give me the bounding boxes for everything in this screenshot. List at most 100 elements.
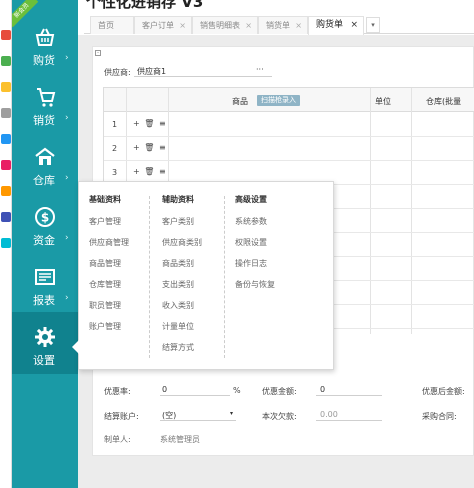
menu-item-operation-log[interactable]: 操作日志 bbox=[235, 258, 275, 279]
row-number: 3 bbox=[112, 168, 118, 177]
menu-column-basic: 基础资料 客户管理 供应商管理 商品管理 仓库管理 职员管理 账户管理 bbox=[89, 194, 129, 342]
menu-item-warehouses[interactable]: 仓库管理 bbox=[89, 279, 129, 300]
warehouse-icon bbox=[35, 147, 55, 165]
weibo-icon[interactable] bbox=[1, 30, 11, 40]
sidebar-item-label: 报表 bbox=[33, 294, 55, 307]
sidebar-item-label: 销货 bbox=[33, 114, 55, 127]
sidebar-item-label: 仓库 bbox=[33, 174, 55, 187]
game-icon[interactable] bbox=[1, 186, 11, 196]
close-icon[interactable]: × bbox=[295, 17, 302, 34]
tab-label: 客户订单 bbox=[142, 21, 174, 30]
discount-amount-value: 0 bbox=[320, 385, 326, 394]
tab-purchase-order[interactable]: 购货单 × bbox=[308, 16, 364, 35]
percent-sign: % bbox=[233, 386, 241, 395]
column-header-unit: 单位 bbox=[375, 97, 391, 106]
menu-item-products[interactable]: 商品管理 bbox=[89, 258, 129, 279]
menu-heading-basic: 基础资料 bbox=[89, 195, 121, 204]
sidebar-item-label: 购货 bbox=[33, 54, 55, 67]
column-header-warehouse: 仓库(批量 bbox=[426, 97, 462, 106]
menu-item-suppliers[interactable]: 供应商管理 bbox=[89, 237, 129, 258]
tab-sales-order[interactable]: 销货单 × bbox=[258, 16, 308, 34]
tab-bar: 首页 客户订单 × 销售明细表 × 销货单 × 购货单 × ▾ bbox=[84, 14, 474, 35]
row-actions[interactable]: + 🗑 ≡ bbox=[133, 167, 167, 176]
menu-item-backup-restore[interactable]: 备份与恢复 bbox=[235, 279, 275, 300]
menu-item-permissions[interactable]: 权限设置 bbox=[235, 237, 275, 258]
tab-label: 销售明细表 bbox=[200, 21, 240, 30]
menu-column-auxiliary: 辅助资料 客户类别 供应商类别 商品类别 支出类别 收入类别 计量单位 结算方式 bbox=[162, 194, 202, 363]
sidebar-item-sales[interactable]: 销货 › bbox=[12, 78, 78, 138]
menu-item-product-categories[interactable]: 商品类别 bbox=[162, 258, 202, 279]
app-icon[interactable] bbox=[1, 82, 11, 92]
tab-home[interactable]: 首页 bbox=[90, 16, 134, 34]
close-icon[interactable]: × bbox=[179, 17, 186, 34]
purchase-contract-label: 采购合同: bbox=[422, 412, 457, 421]
grid-divider bbox=[370, 88, 371, 334]
sidebar-item-label: 设置 bbox=[33, 354, 55, 367]
row-number: 1 bbox=[112, 120, 118, 129]
menu-item-settlement-methods[interactable]: 结算方式 bbox=[162, 342, 202, 363]
sidebar-item-funds[interactable]: $ 资金 › bbox=[12, 198, 78, 258]
close-icon[interactable]: × bbox=[350, 17, 358, 34]
game-icon[interactable] bbox=[1, 160, 11, 170]
chevron-right-icon: › bbox=[65, 293, 69, 303]
sidebar-item-reports[interactable]: 报表 › bbox=[12, 258, 78, 318]
collapse-icon[interactable]: - bbox=[95, 50, 101, 56]
menu-item-customers[interactable]: 客户管理 bbox=[89, 216, 129, 237]
app-icon[interactable] bbox=[1, 238, 11, 248]
chat-icon[interactable] bbox=[1, 134, 11, 144]
menu-item-accounts[interactable]: 账户管理 bbox=[89, 321, 129, 342]
chevron-right-icon: › bbox=[65, 233, 69, 243]
row-actions[interactable]: + 🗑 ≡ bbox=[133, 119, 167, 128]
app-icon[interactable] bbox=[1, 212, 11, 222]
arrears-field[interactable]: 0.00 bbox=[316, 408, 382, 421]
menu-item-staff[interactable]: 职员管理 bbox=[89, 300, 129, 321]
tab-label: 销货单 bbox=[266, 21, 290, 30]
discount-amount-field[interactable]: 0 bbox=[316, 383, 382, 396]
main-sidebar: 新会员 购货 › 销货 › 仓库 › $ 资金 › 报表 › 设置 bbox=[12, 0, 78, 488]
scan-entry-button[interactable]: 扫描枪录入 bbox=[257, 95, 300, 106]
chevron-down-icon: ▾ bbox=[229, 410, 233, 417]
column-header-product: 商品 bbox=[232, 97, 248, 106]
report-icon bbox=[35, 269, 55, 285]
menu-heading-auxiliary: 辅助资料 bbox=[162, 195, 194, 204]
mail-icon[interactable] bbox=[1, 56, 11, 66]
close-icon[interactable]: × bbox=[245, 17, 252, 34]
supplier-more-icon[interactable]: ··· bbox=[256, 65, 264, 74]
menu-item-system-params[interactable]: 系统参数 bbox=[235, 216, 275, 237]
menu-column-advanced: 高级设置 系统参数 权限设置 操作日志 备份与恢复 bbox=[235, 194, 275, 300]
tab-customer-orders[interactable]: 客户订单 × bbox=[134, 16, 192, 34]
discount-amount-label: 优惠金额: bbox=[262, 387, 297, 396]
menu-item-customer-categories[interactable]: 客户类别 bbox=[162, 216, 202, 237]
desktop-icon-strip bbox=[0, 0, 12, 488]
arrears-value: 0.00 bbox=[320, 410, 338, 419]
after-discount-label: 优惠后金额: bbox=[422, 387, 465, 396]
basket-icon bbox=[35, 28, 55, 46]
row-actions[interactable]: + 🗑 ≡ bbox=[133, 143, 167, 152]
arrears-label: 本次欠款: bbox=[262, 412, 297, 421]
discount-rate-field[interactable]: 0 bbox=[160, 383, 230, 396]
settlement-account-select[interactable]: (空) ▾ bbox=[160, 408, 236, 421]
maker-label: 制单人: bbox=[104, 435, 131, 444]
menu-item-units[interactable]: 计量单位 bbox=[162, 321, 202, 342]
menu-item-expense-categories[interactable]: 支出类别 bbox=[162, 279, 202, 300]
top-header: 个性化进销存 V3 bbox=[78, 0, 474, 14]
maker-value: 系统管理员 bbox=[160, 435, 200, 444]
menu-item-supplier-categories[interactable]: 供应商类别 bbox=[162, 237, 202, 258]
gear-icon bbox=[35, 327, 55, 347]
tab-label: 首页 bbox=[98, 21, 114, 30]
doc-icon[interactable] bbox=[1, 108, 11, 118]
grid-divider bbox=[411, 88, 412, 334]
menu-pointer bbox=[72, 340, 79, 354]
chevron-right-icon: › bbox=[65, 53, 69, 63]
app-title: 个性化进销存 V3 bbox=[86, 0, 204, 11]
tab-more-dropdown[interactable]: ▾ bbox=[366, 17, 380, 33]
sidebar-item-settings[interactable]: 设置 bbox=[12, 318, 78, 378]
tab-sales-detail[interactable]: 销售明细表 × bbox=[192, 16, 258, 34]
supplier-field[interactable]: 供应商1 ··· bbox=[134, 64, 272, 77]
grid-row-line bbox=[104, 160, 474, 161]
sidebar-item-warehouse[interactable]: 仓库 › bbox=[12, 138, 78, 198]
discount-rate-value: 0 bbox=[162, 385, 168, 394]
sidebar-item-purchase[interactable]: 购货 › bbox=[12, 18, 78, 78]
settlement-account-value: (空) bbox=[162, 411, 177, 420]
menu-item-income-categories[interactable]: 收入类别 bbox=[162, 300, 202, 321]
